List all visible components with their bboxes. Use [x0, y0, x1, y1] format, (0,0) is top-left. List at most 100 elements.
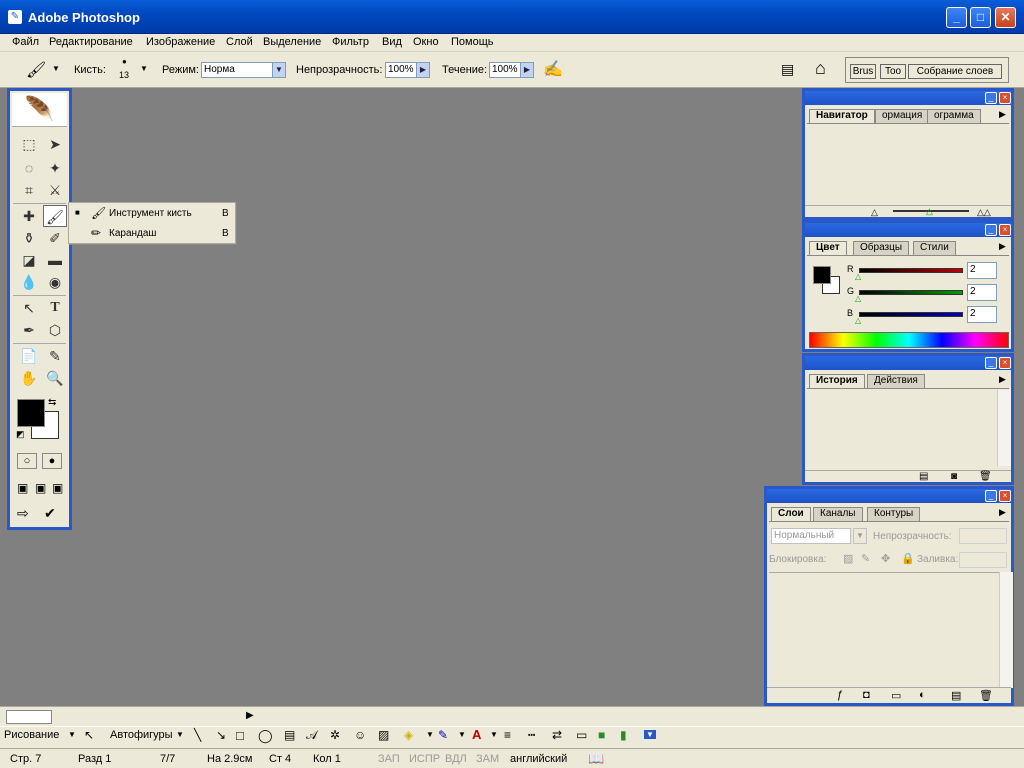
scroll-right-icon[interactable]: ▶	[246, 710, 254, 721]
layer-style-icon[interactable]: ƒ	[837, 689, 843, 701]
tab-navigator[interactable]: Навигатор	[809, 109, 875, 123]
picture-icon[interactable]: ▨	[378, 728, 389, 742]
diagram-icon[interactable]: ✲	[330, 728, 340, 742]
minimize-panel-icon[interactable]: _	[985, 490, 997, 502]
menu-image[interactable]: Изображение	[146, 36, 215, 48]
crop-tool-icon[interactable]: ⌗	[17, 179, 41, 201]
oval-icon[interactable]: ◯	[258, 728, 273, 744]
marquee-tool-icon[interactable]: ⬚	[17, 133, 41, 155]
minimize-panel-icon[interactable]: _	[985, 224, 997, 236]
layer-mask-icon[interactable]: ◘	[863, 689, 870, 701]
red-value-field[interactable]: 2	[967, 262, 997, 279]
opacity-slider-icon[interactable]: ▶	[416, 62, 430, 78]
delete-layer-icon[interactable]: 🗑	[979, 689, 993, 702]
zoom-out-icon[interactable]: △	[871, 207, 878, 218]
file-browser-icon[interactable]: ⌂	[815, 58, 826, 79]
menu-filter[interactable]: Фильтр	[332, 36, 369, 48]
close-panel-icon[interactable]: ×	[999, 357, 1011, 369]
dash-style-icon[interactable]: ┅	[528, 728, 535, 742]
type-tool-icon[interactable]: T	[43, 297, 67, 319]
close-panel-icon[interactable]: ×	[999, 224, 1011, 236]
autoshapes-button[interactable]: Автофигуры	[110, 729, 173, 741]
healing-brush-tool-icon[interactable]: ✚	[17, 205, 41, 227]
status-ext[interactable]: ВДЛ	[445, 753, 467, 765]
layer-opacity-field[interactable]	[959, 528, 1007, 544]
foreground-color-swatch[interactable]	[813, 266, 831, 284]
brush-tool-icon[interactable]: 🖌	[43, 205, 67, 227]
preset-dropdown-icon[interactable]: ▼	[52, 64, 60, 73]
brush-tool-preset-icon[interactable]: 🖌	[26, 60, 46, 80]
status-rec[interactable]: ЗАП	[378, 753, 400, 765]
line-icon[interactable]: ╲	[194, 728, 201, 742]
minimize-panel-icon[interactable]: _	[985, 92, 997, 104]
menu-edit[interactable]: Редактирование	[49, 36, 133, 48]
blend-mode-dropdown-icon[interactable]: ▼	[853, 528, 867, 544]
tab-channels[interactable]: Каналы	[813, 507, 863, 521]
font-color-dropdown-icon[interactable]: ▼	[490, 730, 498, 739]
3d-style-icon[interactable]: ■	[598, 728, 605, 742]
clip-art-icon[interactable]: ☺	[354, 728, 366, 742]
swap-colors-icon[interactable]: ⇆	[48, 397, 56, 408]
history-brush-tool-icon[interactable]: ✐	[43, 227, 67, 249]
draw-menu-dropdown-icon[interactable]: ▼	[68, 730, 76, 739]
line-color-dropdown-icon[interactable]: ▼	[458, 730, 466, 739]
green-value-field[interactable]: 2	[967, 284, 997, 301]
path-selection-tool-icon[interactable]: ↖	[17, 297, 41, 319]
notes-tool-icon[interactable]: 📄	[17, 345, 41, 367]
lock-pixels-icon[interactable]: ✎	[861, 552, 870, 565]
toolbar-options-icon[interactable]: ▼	[644, 730, 656, 739]
status-trk[interactable]: ИСПР	[409, 753, 440, 765]
menu-help[interactable]: Помощь	[451, 36, 494, 48]
layers-scrollbar[interactable]	[999, 572, 1013, 688]
tab-histogram[interactable]: ограмма	[927, 109, 981, 123]
opacity-field[interactable]: 100%	[385, 62, 417, 78]
draw-menu-button[interactable]: Рисование	[4, 729, 59, 741]
new-snapshot-icon[interactable]: ◙	[951, 471, 957, 482]
dodge-tool-icon[interactable]: ◉	[43, 271, 67, 293]
hand-tool-icon[interactable]: ✋	[17, 367, 41, 389]
text-box-icon[interactable]: ▤	[284, 728, 295, 742]
slice-tool-icon[interactable]: ⚔	[43, 179, 67, 201]
panel-menu-icon[interactable]: ▶	[999, 241, 1006, 252]
new-set-icon[interactable]: ▭	[891, 689, 901, 702]
menu-select[interactable]: Выделение	[263, 36, 321, 48]
color-ramp[interactable]	[809, 332, 1009, 348]
brush-picker-icon[interactable]: ▼	[140, 64, 148, 73]
jump-to-imageready-icon[interactable]: ⇨	[17, 505, 29, 522]
adjustment-layer-icon[interactable]: ◐	[919, 689, 926, 701]
wordart-icon[interactable]: 𝒜	[306, 728, 317, 743]
zoom-in-icon[interactable]: △△	[977, 207, 991, 218]
lock-transparency-icon[interactable]: ▨	[843, 552, 853, 565]
slider-thumb-icon[interactable]: △	[855, 294, 861, 303]
lock-all-icon[interactable]: 🔒	[901, 552, 915, 565]
flow-field[interactable]: 100%	[489, 62, 521, 78]
lasso-tool-icon[interactable]: ◌	[17, 157, 41, 179]
slider-thumb-icon[interactable]: △	[855, 272, 861, 281]
flyout-item-brush[interactable]: ■ 🖌 Инструмент кисть B	[69, 204, 235, 224]
red-slider[interactable]	[859, 268, 963, 273]
screen-mode-standard-icon[interactable]: ▣	[17, 481, 28, 495]
scroll-thumb[interactable]	[6, 710, 52, 724]
lock-position-icon[interactable]: ✥	[881, 552, 890, 565]
mode-dropdown-icon[interactable]: ▼	[272, 62, 286, 78]
tab-layers[interactable]: Слои	[771, 507, 811, 521]
palette-options-icon[interactable]: ▤	[781, 61, 794, 78]
tab-styles[interactable]: Стили	[913, 241, 956, 255]
well-tab-tool-presets[interactable]: Too	[880, 64, 906, 79]
trash-icon[interactable]: 🗑	[979, 471, 992, 482]
shape-tool-icon[interactable]: ⬡	[43, 319, 67, 341]
menu-view[interactable]: Вид	[382, 36, 402, 48]
shadow-style-icon[interactable]: ▭	[576, 728, 587, 742]
spelling-check-icon[interactable]: 📖	[588, 751, 604, 767]
blend-mode-select[interactable]: Нормальный	[771, 528, 851, 544]
panel-titlebar[interactable]: _ ×	[805, 91, 1011, 105]
new-document-icon[interactable]: ▤	[919, 471, 928, 482]
rectangle-icon[interactable]: □	[236, 728, 244, 743]
tab-swatches[interactable]: Образцы	[853, 241, 910, 255]
checkmark-icon[interactable]: ✔	[44, 505, 56, 522]
fill-color-dropdown-icon[interactable]: ▼	[426, 730, 434, 739]
panel-menu-icon[interactable]: ▶	[999, 109, 1006, 120]
airbrush-icon[interactable]: ✍	[543, 59, 563, 79]
close-panel-icon[interactable]: ×	[999, 490, 1011, 502]
close-button[interactable]: ✕	[995, 7, 1016, 28]
